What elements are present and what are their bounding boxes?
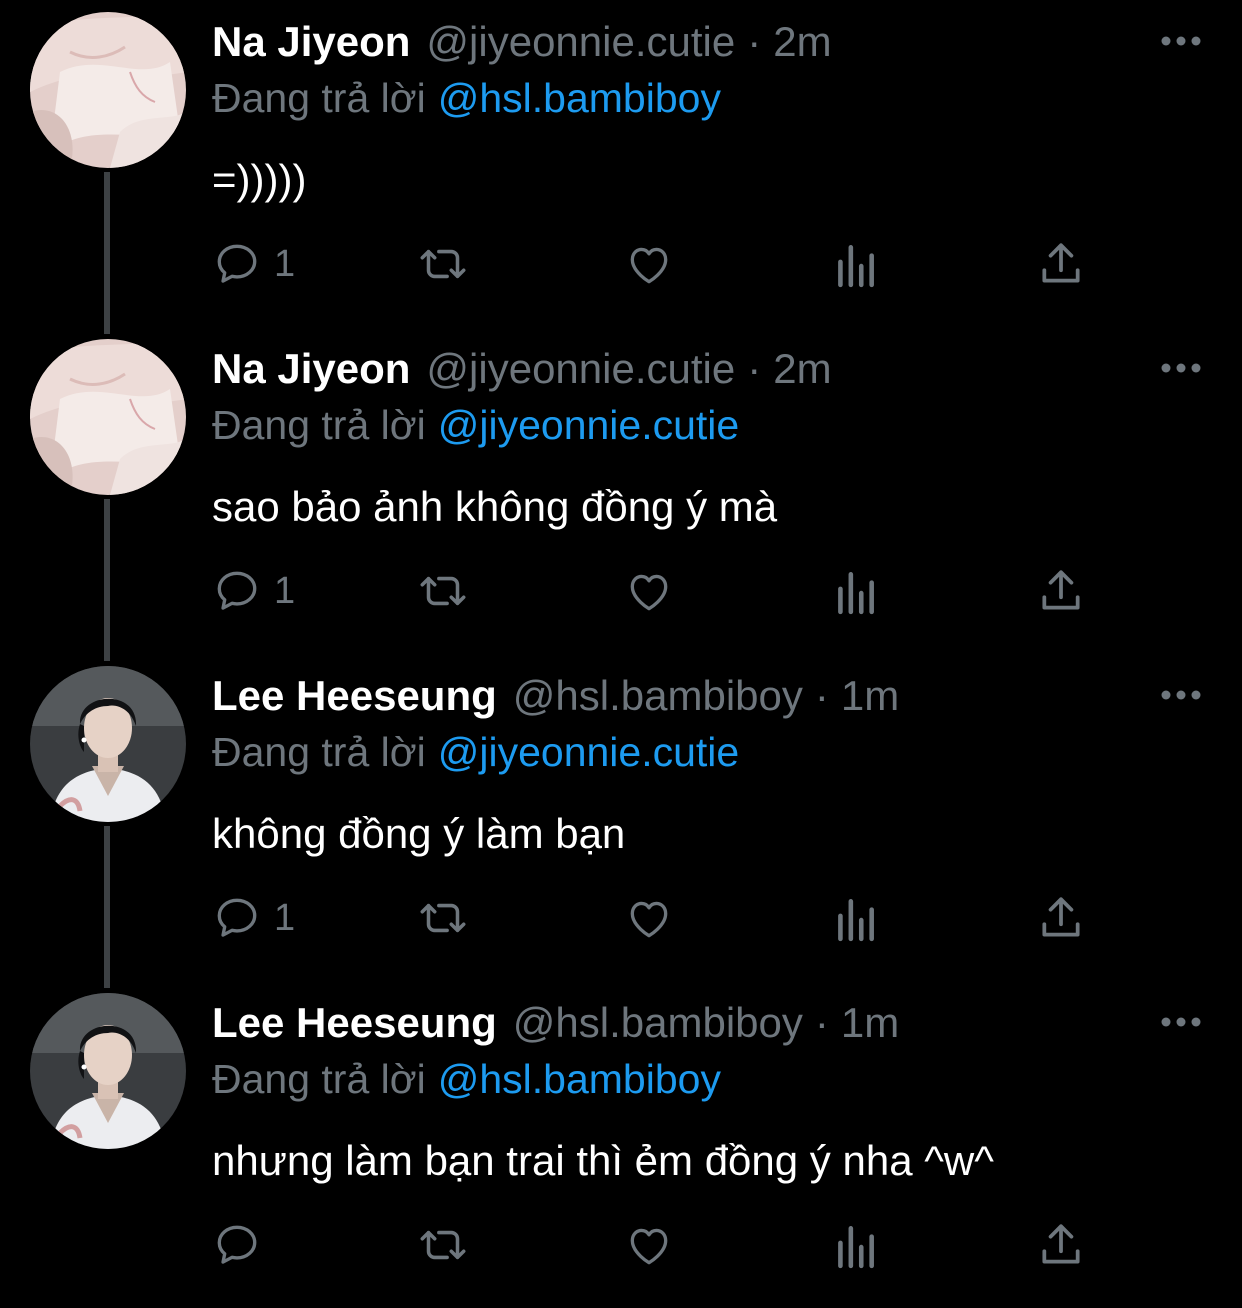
tweet-text: nhưng làm bạn trai thì ẻm đồng ý nha ^w^ bbox=[212, 1137, 994, 1184]
more-icon[interactable] bbox=[1156, 680, 1212, 710]
retweet-icon bbox=[414, 566, 472, 616]
retweet-icon bbox=[414, 239, 472, 289]
reply-button[interactable]: 1 bbox=[212, 563, 295, 619]
retweet-button[interactable] bbox=[414, 890, 472, 946]
replying-to: Đang trả lời @jiyeonnie.cutie bbox=[212, 399, 739, 451]
mention-link[interactable]: @hsl.bambiboy bbox=[438, 75, 721, 121]
analytics-icon bbox=[832, 893, 878, 943]
retweet-button[interactable] bbox=[414, 236, 472, 292]
author-name[interactable]: Na Jiyeon bbox=[212, 18, 410, 65]
like-button[interactable] bbox=[624, 890, 674, 946]
tweet-thread: Na Jiyeon @jiyeonnie.cutie · 2m Đang trả lờ… bbox=[0, 0, 1242, 1286]
reply-button[interactable]: 1 bbox=[212, 890, 295, 946]
analytics-icon bbox=[832, 1220, 878, 1270]
avatar[interactable] bbox=[30, 339, 186, 495]
author-handle[interactable]: @jiyeonnie.cutie bbox=[426, 345, 735, 392]
reply-icon bbox=[212, 893, 262, 943]
like-icon bbox=[624, 1220, 674, 1270]
author-name[interactable]: Lee Heeseung bbox=[212, 672, 497, 719]
author-name[interactable]: Lee Heeseung bbox=[212, 999, 497, 1046]
more-icon[interactable] bbox=[1156, 26, 1212, 56]
tweet-actions: 1 bbox=[212, 890, 1112, 946]
share-icon bbox=[1038, 893, 1084, 943]
analytics-button[interactable] bbox=[832, 1217, 878, 1273]
replying-to-label: Đang trả lời bbox=[212, 75, 426, 121]
tweet-text: sao bảo ảnh không đồng ý mà bbox=[212, 483, 778, 530]
avatar[interactable] bbox=[30, 993, 186, 1149]
like-button[interactable] bbox=[624, 1217, 674, 1273]
timestamp[interactable]: 2m bbox=[773, 345, 831, 392]
avatar[interactable] bbox=[30, 12, 186, 168]
more-icon[interactable] bbox=[1156, 353, 1212, 383]
author-handle[interactable]: @hsl.bambiboy bbox=[513, 999, 803, 1046]
share-button[interactable] bbox=[1038, 563, 1084, 619]
tweet-actions: 1 bbox=[212, 236, 1112, 292]
mention-link[interactable]: @jiyeonnie.cutie bbox=[438, 729, 739, 775]
reply-icon bbox=[212, 566, 262, 616]
analytics-icon bbox=[832, 239, 878, 289]
replying-to: Đang trả lời @hsl.bambiboy bbox=[212, 72, 721, 124]
tweet-text: không đồng ý làm bạn bbox=[212, 810, 626, 857]
like-icon bbox=[624, 893, 674, 943]
replying-to-label: Đang trả lời bbox=[212, 402, 426, 448]
separator-dot: · bbox=[747, 18, 762, 65]
separator-dot: · bbox=[747, 345, 762, 392]
analytics-icon bbox=[832, 566, 878, 616]
tweet[interactable]: Na Jiyeon @jiyeonnie.cutie · 2m Đang trả lờ… bbox=[0, 0, 1242, 327]
mention-link[interactable]: @jiyeonnie.cutie bbox=[438, 402, 739, 448]
separator-dot: · bbox=[814, 672, 829, 719]
reply-button[interactable] bbox=[212, 1217, 274, 1273]
tweet-header: Lee Heeseung @hsl.bambiboy · 1m bbox=[212, 668, 899, 724]
replying-to-label: Đang trả lời bbox=[212, 729, 426, 775]
share-icon bbox=[1038, 566, 1084, 616]
analytics-button[interactable] bbox=[832, 236, 878, 292]
reply-count: 1 bbox=[274, 897, 296, 939]
replying-to: Đang trả lời @hsl.bambiboy bbox=[212, 1053, 721, 1105]
retweet-button[interactable] bbox=[414, 1217, 472, 1273]
tweet-header: Na Jiyeon @jiyeonnie.cutie · 2m bbox=[212, 14, 832, 70]
tweet[interactable]: Lee Heeseung @hsl.bambiboy · 1m Đang trả lờ… bbox=[0, 981, 1242, 1308]
like-button[interactable] bbox=[624, 563, 674, 619]
reply-count: 1 bbox=[274, 570, 296, 612]
analytics-button[interactable] bbox=[832, 890, 878, 946]
reply-icon bbox=[212, 239, 262, 289]
analytics-button[interactable] bbox=[832, 563, 878, 619]
tweet-actions: 1 bbox=[212, 563, 1112, 619]
share-button[interactable] bbox=[1038, 1217, 1084, 1273]
avatar[interactable] bbox=[30, 666, 186, 822]
retweet-button[interactable] bbox=[414, 563, 472, 619]
share-button[interactable] bbox=[1038, 890, 1084, 946]
tweet-text: =))))) bbox=[212, 156, 307, 203]
reply-button[interactable]: 1 bbox=[212, 236, 295, 292]
tweet[interactable]: Na Jiyeon @jiyeonnie.cutie · 2m Đang trả lờ… bbox=[0, 327, 1242, 654]
reply-icon bbox=[212, 1220, 262, 1270]
share-button[interactable] bbox=[1038, 236, 1084, 292]
reply-count: 1 bbox=[274, 243, 296, 285]
timestamp[interactable]: 2m bbox=[773, 18, 831, 65]
like-icon bbox=[624, 566, 674, 616]
tweet[interactable]: Lee Heeseung @hsl.bambiboy · 1m Đang trả lờ… bbox=[0, 654, 1242, 981]
retweet-icon bbox=[414, 1220, 472, 1270]
author-handle[interactable]: @hsl.bambiboy bbox=[513, 672, 803, 719]
more-icon[interactable] bbox=[1156, 1007, 1212, 1037]
tweet-actions bbox=[212, 1217, 1112, 1273]
tweet-header: Na Jiyeon @jiyeonnie.cutie · 2m bbox=[212, 341, 832, 397]
like-icon bbox=[624, 239, 674, 289]
tweet-header: Lee Heeseung @hsl.bambiboy · 1m bbox=[212, 995, 899, 1051]
retweet-icon bbox=[414, 893, 472, 943]
author-handle[interactable]: @jiyeonnie.cutie bbox=[426, 18, 735, 65]
separator-dot: · bbox=[814, 999, 829, 1046]
replying-to-label: Đang trả lời bbox=[212, 1056, 426, 1102]
mention-link[interactable]: @hsl.bambiboy bbox=[438, 1056, 721, 1102]
author-name[interactable]: Na Jiyeon bbox=[212, 345, 410, 392]
timestamp[interactable]: 1m bbox=[841, 999, 899, 1046]
like-button[interactable] bbox=[624, 236, 674, 292]
share-icon bbox=[1038, 239, 1084, 289]
timestamp[interactable]: 1m bbox=[841, 672, 899, 719]
replying-to: Đang trả lời @jiyeonnie.cutie bbox=[212, 726, 739, 778]
share-icon bbox=[1038, 1220, 1084, 1270]
